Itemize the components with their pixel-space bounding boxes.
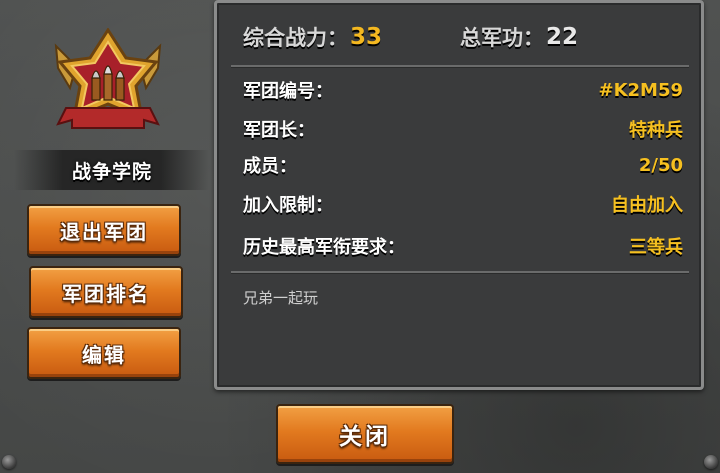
- info-label: 加入限制：: [243, 195, 333, 216]
- legion-emblem-icon: [48, 27, 168, 144]
- close-label: 关闭: [339, 424, 391, 450]
- legion-motto: 兄弟一起玩: [243, 289, 319, 307]
- legion-name-banner: 战争学院: [14, 150, 210, 190]
- edit-button[interactable]: 编辑: [27, 327, 181, 379]
- divider: [231, 65, 689, 68]
- info-value: 三等兵: [629, 237, 683, 258]
- info-value: #K2M59: [598, 79, 683, 101]
- info-value: 自由加入: [611, 195, 683, 216]
- rivet-icon: [704, 455, 718, 469]
- info-row-leader: 军团长： 特种兵: [243, 114, 683, 144]
- info-row-join-limit: 加入限制： 自由加入: [243, 189, 683, 219]
- legion-info-panel: 综合战力： 33 总军功： 22 军团编号： #K2M59 军团长： 特种兵 成…: [214, 0, 704, 390]
- legion-name: 战争学院: [71, 160, 152, 183]
- info-label: 军团编号：: [243, 81, 333, 102]
- legion-ranking-label: 军团排名: [62, 281, 150, 306]
- power-label: 综合战力：: [243, 26, 348, 50]
- power-value: 33: [350, 24, 383, 50]
- divider: [231, 271, 689, 274]
- info-value: 特种兵: [629, 120, 683, 141]
- legion-stats: 综合战力： 33 总军功： 22: [243, 19, 683, 55]
- info-row-rank-requirement: 历史最高军衔要求： 三等兵: [243, 231, 683, 261]
- info-label: 军团长：: [243, 120, 315, 141]
- info-row-members: 成员： 2/50: [243, 150, 683, 180]
- info-row-legion-id: 军团编号： #K2M59: [243, 75, 683, 105]
- quit-legion-label: 退出军团: [60, 219, 148, 244]
- info-label: 历史最高军衔要求：: [243, 237, 405, 258]
- merit-value: 22: [546, 24, 579, 50]
- merit-label: 总军功：: [460, 26, 545, 50]
- info-label: 成员：: [243, 156, 297, 177]
- rivet-icon: [2, 455, 16, 469]
- quit-legion-button[interactable]: 退出军团: [27, 204, 181, 256]
- info-value: 2/50: [638, 154, 683, 176]
- close-button[interactable]: 关闭: [276, 404, 454, 464]
- edit-label: 编辑: [82, 342, 126, 367]
- legion-ranking-button[interactable]: 军团排名: [29, 266, 183, 318]
